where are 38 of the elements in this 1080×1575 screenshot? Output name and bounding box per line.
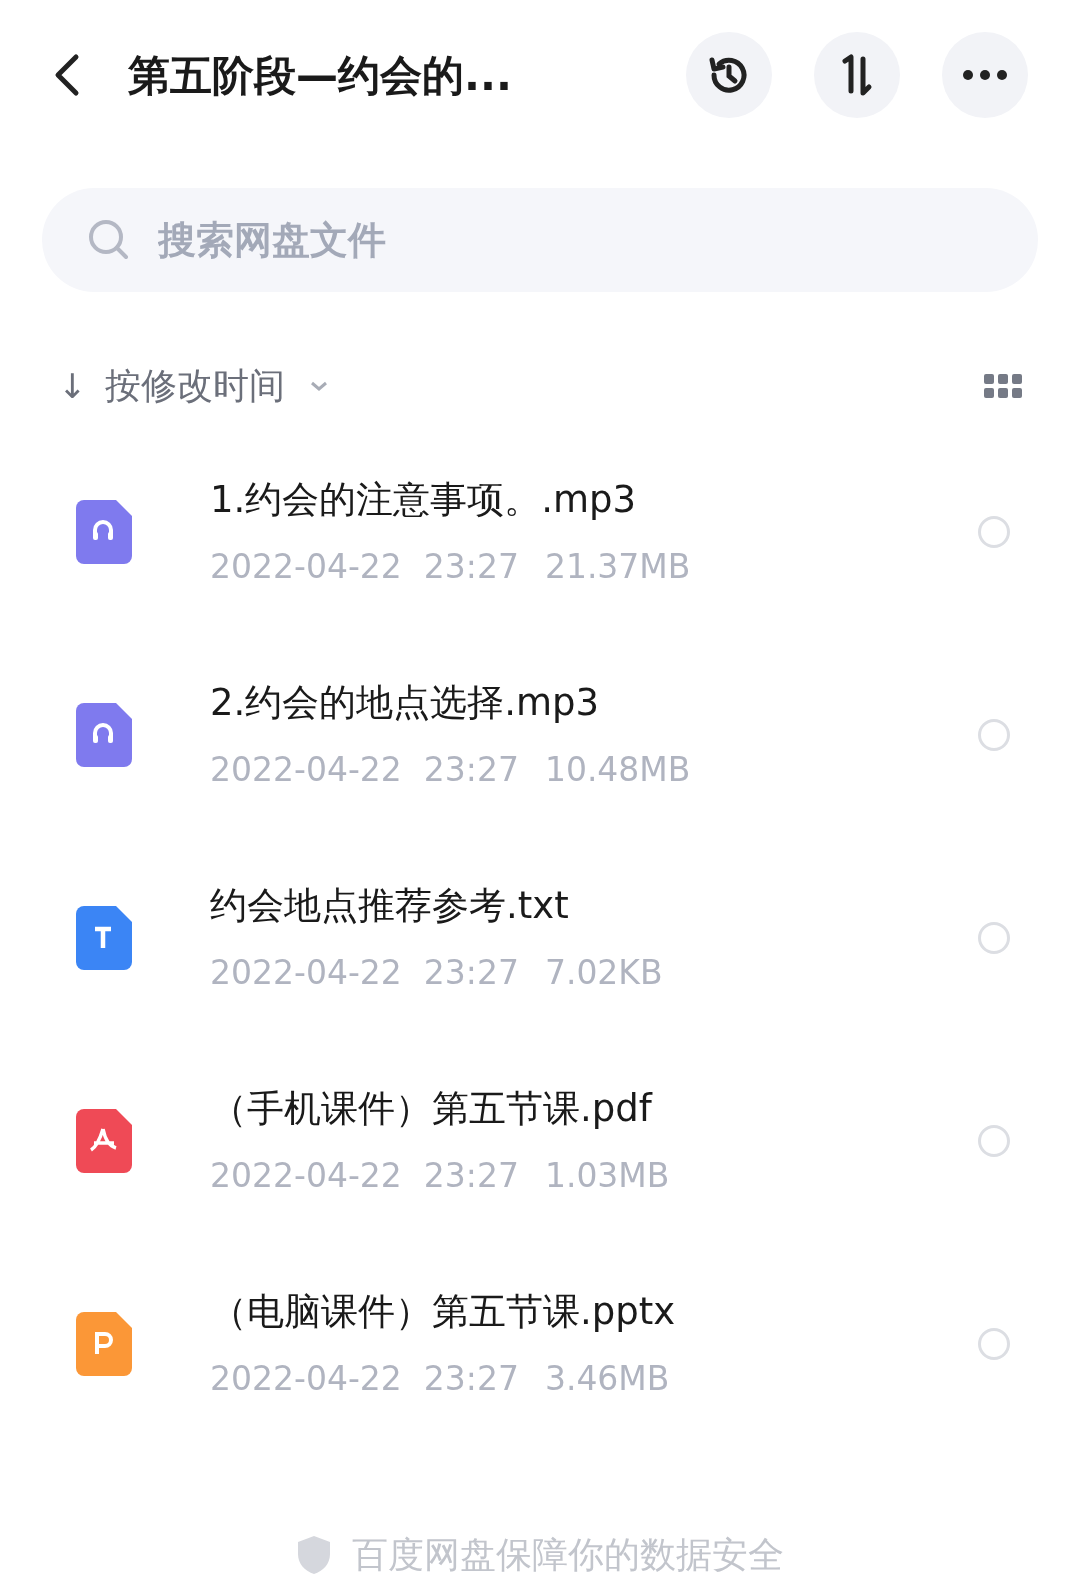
file-name[interactable]: 2.约会的地点选择.mp3	[210, 675, 978, 731]
file-name[interactable]: （手机课件）第五节课.pdf	[210, 1081, 978, 1137]
file-time: 23:27	[423, 1154, 519, 1197]
file-size: 7.02KB	[544, 951, 663, 994]
text-file-icon	[76, 905, 132, 970]
file-time: 23:27	[423, 1357, 519, 1400]
file-size: 10.48MB	[544, 748, 691, 791]
audio-file-icon	[76, 702, 132, 767]
grid-view-icon[interactable]	[984, 374, 1022, 398]
file-date: 2022-04-22	[210, 951, 402, 994]
security-notice: 百度网盘保障你的数据安全	[352, 1533, 784, 1575]
file-name[interactable]: 约会地点推荐参考.txt	[210, 878, 978, 934]
select-radio[interactable]	[978, 1124, 1010, 1157]
audio-file-icon	[76, 499, 132, 564]
sort-order-dropdown[interactable]: ↓ 按修改时间	[58, 359, 329, 413]
pdf-file-icon	[76, 1108, 132, 1173]
shield-icon	[296, 1534, 332, 1575]
search-icon	[88, 219, 130, 261]
file-time: 23:27	[423, 951, 519, 994]
file-name[interactable]: 1.约会的注意事项。.mp3	[210, 472, 978, 528]
select-radio[interactable]	[978, 718, 1010, 751]
select-radio[interactable]	[978, 515, 1010, 548]
file-time: 23:27	[423, 748, 519, 791]
more-icon	[962, 69, 1008, 81]
folder-title: 第五阶段—约会的...	[128, 49, 512, 102]
file-date: 2022-04-22	[210, 1357, 402, 1400]
file-date: 2022-04-22	[210, 1154, 402, 1197]
file-time: 23:27	[423, 545, 519, 588]
file-size: 3.46MB	[544, 1357, 670, 1400]
file-name[interactable]: （电脑课件）第五节课.pptx	[210, 1284, 978, 1340]
select-radio[interactable]	[978, 921, 1010, 954]
slides-file-icon	[76, 1311, 132, 1376]
file-date: 2022-04-22	[210, 545, 402, 588]
file-size: 21.37MB	[544, 545, 691, 588]
caret-icon	[308, 379, 329, 393]
file-size: 1.03MB	[544, 1154, 670, 1197]
select-radio[interactable]	[978, 1327, 1010, 1360]
file-date: 2022-04-22	[210, 748, 402, 791]
